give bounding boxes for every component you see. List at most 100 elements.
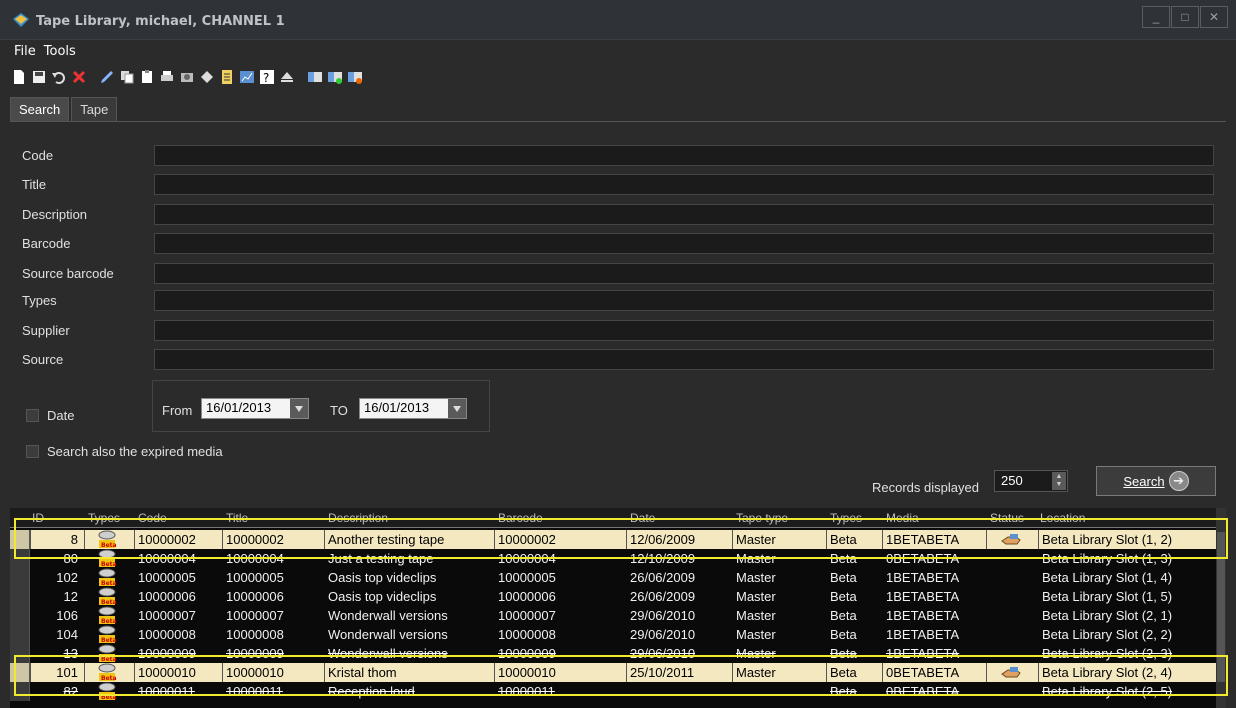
- row-selector[interactable]: [10, 625, 30, 644]
- menu-tools[interactable]: Tools: [40, 44, 80, 64]
- row-selector[interactable]: [10, 663, 30, 682]
- table-row[interactable]: Beta 82 10000011 10000011 Reception loud 1000…: [10, 682, 1226, 701]
- scrollbar-thumb[interactable]: [1217, 532, 1225, 682]
- title-input[interactable]: [154, 173, 1214, 195]
- to-date-picker[interactable]: 16/01/2013: [359, 398, 467, 419]
- source-barcode-input[interactable]: [154, 262, 1214, 284]
- svg-text:?: ?: [263, 71, 269, 85]
- row-selector[interactable]: [10, 682, 30, 701]
- date-checkbox-group[interactable]: Date: [26, 408, 74, 423]
- cell-description: Kristal thom: [328, 665, 397, 680]
- beta-tape-icon: Beta: [98, 663, 117, 682]
- row-selector[interactable]: [10, 606, 30, 625]
- tab-search[interactable]: Search: [10, 97, 70, 123]
- chart-icon[interactable]: [238, 68, 256, 86]
- row-selector[interactable]: [10, 587, 30, 606]
- search-button-label: Search: [1123, 473, 1165, 489]
- cell-media: 1BETABETA: [886, 589, 960, 604]
- col-code[interactable]: Code: [138, 511, 167, 525]
- cell-code: 10000010: [138, 665, 196, 680]
- save-icon[interactable]: [30, 68, 48, 86]
- table-row[interactable]: Beta 8 10000002 10000002 Another testing tap…: [10, 530, 1226, 549]
- code-input[interactable]: [154, 144, 1214, 166]
- col-title[interactable]: Title: [226, 511, 248, 525]
- col-id[interactable]: ID: [32, 511, 44, 525]
- col-date[interactable]: Date: [630, 511, 655, 525]
- minimize-button[interactable]: _: [1142, 6, 1170, 28]
- col-tape-type[interactable]: Tape type: [736, 511, 788, 525]
- row-selector[interactable]: [10, 644, 30, 663]
- expired-checkbox[interactable]: [26, 445, 39, 458]
- close-button[interactable]: ✕: [1200, 6, 1228, 28]
- col-media[interactable]: Media: [886, 511, 919, 525]
- col-location[interactable]: Location: [1040, 511, 1085, 525]
- to-dropdown-icon[interactable]: [448, 399, 466, 418]
- date-checkbox[interactable]: [26, 409, 39, 422]
- supplier-row: Supplier: [22, 319, 1214, 341]
- records-spinner[interactable]: ▲ ▼: [1052, 472, 1066, 490]
- cell-code: 10000006: [138, 589, 196, 604]
- records-input[interactable]: 250 ▲ ▼: [994, 470, 1068, 492]
- export-icon[interactable]: [178, 68, 196, 86]
- description-input[interactable]: [154, 203, 1214, 225]
- barcode-input[interactable]: [154, 232, 1214, 254]
- report-icon[interactable]: [218, 68, 236, 86]
- table-row[interactable]: Beta 106 10000007 10000007 Wonderwall versio…: [10, 606, 1226, 625]
- import-icon[interactable]: [198, 68, 216, 86]
- svg-text:Beta: Beta: [101, 561, 117, 568]
- table-row[interactable]: Beta 13 10000009 10000009 Wonderwall version…: [10, 644, 1226, 663]
- cell-separator: [494, 663, 495, 682]
- menu-file[interactable]: File: [10, 44, 40, 64]
- beta-tape-icon: Beta: [98, 530, 117, 549]
- table-row[interactable]: Beta 102 10000005 10000005 Oasis top videcli…: [10, 568, 1226, 587]
- table-row[interactable]: Beta 12 10000006 10000006 Oasis top videclip…: [10, 587, 1226, 606]
- cell-barcode: 10000011: [498, 684, 555, 699]
- cell-types: Beta: [830, 665, 857, 680]
- supplier-input[interactable]: [154, 319, 1214, 341]
- table-row[interactable]: Beta 104 10000008 10000008 Wonderwall versio…: [10, 625, 1226, 644]
- eject-icon[interactable]: [278, 68, 296, 86]
- print-icon[interactable]: [158, 68, 176, 86]
- svg-text:Beta: Beta: [101, 599, 117, 606]
- row-selector[interactable]: [10, 549, 30, 568]
- col-types-icon[interactable]: Types: [88, 511, 120, 525]
- library-add-icon[interactable]: [326, 68, 344, 86]
- library-icon[interactable]: [306, 68, 324, 86]
- svg-text:Beta: Beta: [101, 694, 117, 701]
- search-button[interactable]: Search ➔: [1096, 466, 1216, 496]
- edit-icon[interactable]: [98, 68, 116, 86]
- tab-tape[interactable]: Tape: [71, 97, 118, 123]
- maximize-button[interactable]: □: [1171, 6, 1199, 28]
- expired-checkbox-group[interactable]: Search also the expired media: [26, 444, 223, 459]
- cell-code: 10000009: [138, 646, 196, 661]
- undo-icon[interactable]: [50, 68, 68, 86]
- cell-separator: [134, 663, 135, 682]
- library-remove-icon[interactable]: [346, 68, 364, 86]
- table-row[interactable]: Beta 101 10000010 10000010 Kristal thom 10000…: [10, 663, 1226, 682]
- col-status[interactable]: Status: [990, 511, 1024, 525]
- help-icon[interactable]: ?: [258, 68, 276, 86]
- svg-text:Beta: Beta: [101, 542, 117, 549]
- cell-media: 0BETABETA: [886, 551, 960, 566]
- source-input[interactable]: [154, 348, 1214, 370]
- types-input[interactable]: [154, 289, 1214, 311]
- table-row[interactable]: Beta 80 10000004 10000004 Just a testing tap…: [10, 549, 1226, 568]
- cell-location: Beta Library Slot (1, 2): [1042, 532, 1173, 547]
- from-dropdown-icon[interactable]: [290, 399, 308, 418]
- new-icon[interactable]: [10, 68, 28, 86]
- paste-icon[interactable]: [138, 68, 156, 86]
- row-selector[interactable]: [10, 530, 30, 549]
- cell-types: Beta: [830, 570, 857, 585]
- cell-separator: [882, 663, 883, 682]
- col-description[interactable]: Description: [328, 511, 388, 525]
- from-date-picker[interactable]: 16/01/2013: [201, 398, 309, 419]
- supplier-label: Supplier: [22, 322, 70, 338]
- cell-tape-type: Master: [736, 665, 776, 680]
- col-barcode[interactable]: Barcode: [498, 511, 543, 525]
- grid-scrollbar[interactable]: [1216, 508, 1226, 708]
- copy-icon[interactable]: [118, 68, 136, 86]
- col-types[interactable]: Types: [830, 511, 862, 525]
- row-selector[interactable]: [10, 568, 30, 587]
- delete-icon[interactable]: [70, 68, 88, 86]
- title-row: Title: [22, 173, 1214, 195]
